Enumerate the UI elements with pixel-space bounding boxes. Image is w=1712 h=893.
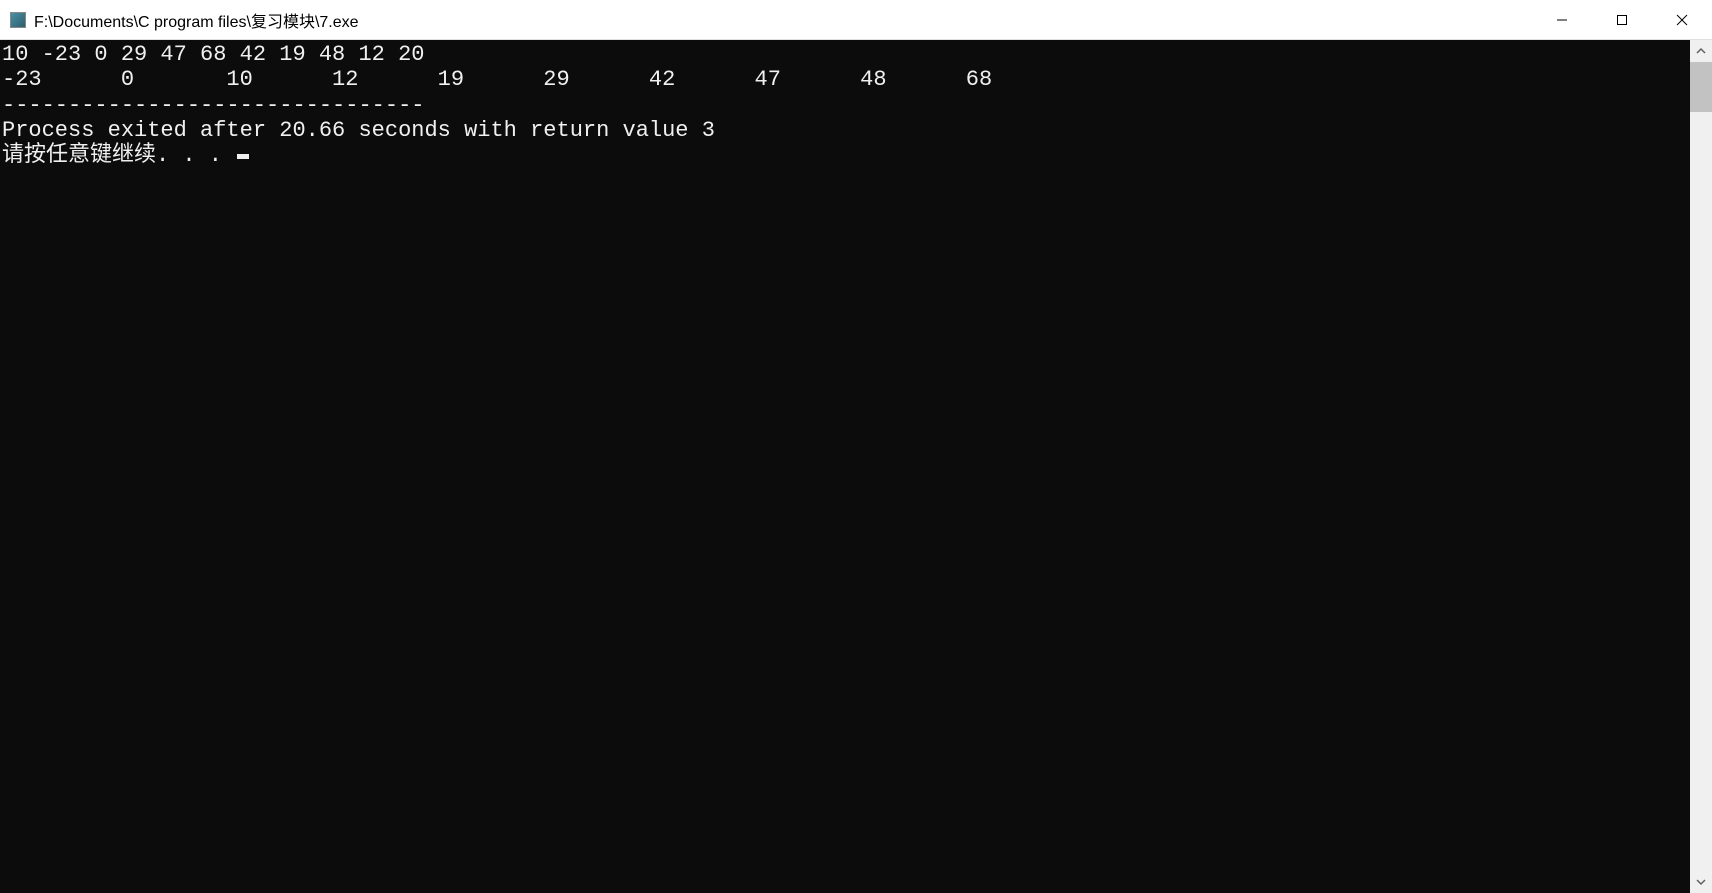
maximize-icon [1616, 14, 1628, 26]
terminal-line: -23 0 10 12 19 29 42 47 48 68 [2, 67, 1690, 92]
maximize-button[interactable] [1592, 0, 1652, 39]
window-titlebar: F:\Documents\C program files\复习模块\7.exe [0, 0, 1712, 40]
app-icon [10, 12, 26, 28]
vertical-scrollbar[interactable] [1690, 40, 1712, 893]
window-title: F:\Documents\C program files\复习模块\7.exe [34, 8, 1532, 32]
chevron-up-icon [1696, 46, 1706, 56]
close-button[interactable] [1652, 0, 1712, 39]
scroll-thumb[interactable] [1690, 62, 1712, 112]
scroll-track[interactable] [1690, 62, 1712, 871]
terminal-output[interactable]: 10 -23 0 29 47 68 42 19 48 12 20-23 0 10… [0, 40, 1690, 893]
terminal-line: 10 -23 0 29 47 68 42 19 48 12 20 [2, 42, 1690, 67]
chevron-down-icon [1696, 877, 1706, 887]
terminal-prompt: 请按任意键继续. . . [2, 143, 235, 168]
scroll-down-button[interactable] [1690, 871, 1712, 893]
scroll-up-button[interactable] [1690, 40, 1712, 62]
content-area: 10 -23 0 29 47 68 42 19 48 12 20-23 0 10… [0, 40, 1712, 893]
minimize-button[interactable] [1532, 0, 1592, 39]
terminal-line: Process exited after 20.66 seconds with … [2, 118, 1690, 143]
close-icon [1676, 14, 1688, 26]
terminal-prompt-line: 请按任意键继续. . . [2, 143, 1690, 168]
terminal-line: -------------------------------- [2, 93, 1690, 118]
window-controls [1532, 0, 1712, 39]
minimize-icon [1556, 14, 1568, 26]
terminal-cursor [237, 154, 249, 159]
